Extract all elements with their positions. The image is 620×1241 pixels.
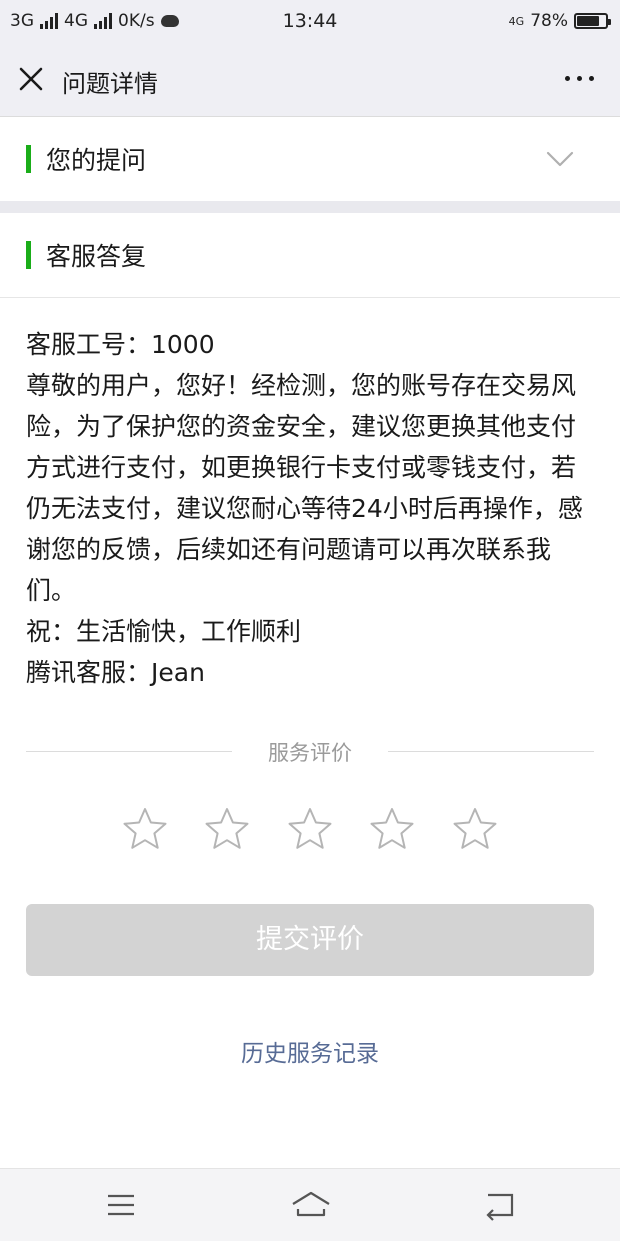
history-service-link[interactable]: 历史服务记录 <box>0 1034 620 1068</box>
submit-rating-button[interactable]: 提交评价 <box>26 904 594 976</box>
menu-icon[interactable] <box>103 1189 139 1221</box>
home-icon[interactable] <box>290 1189 332 1221</box>
battery-percent: 78% <box>530 11 568 31</box>
agent-id-line: 客服工号：1000 <box>26 330 215 359</box>
reply-content: 客服工号：1000 尊敬的用户，您好！经检测，您的账号存在交易风险，为了保护您的… <box>26 324 598 693</box>
title-bar: 问题详情 <box>0 42 620 117</box>
section-accent-bar-2 <box>26 241 31 269</box>
star-rating <box>0 800 620 860</box>
rating-divider: 服务评价 <box>26 734 594 768</box>
section-accent-bar <box>26 145 31 173</box>
agent-signature: 腾讯客服：Jean <box>26 658 205 687</box>
question-section-header[interactable]: 您的提问 <box>0 117 620 202</box>
close-icon[interactable] <box>18 66 44 92</box>
divider-line-right <box>388 751 594 752</box>
star-icon[interactable] <box>122 806 168 852</box>
answer-section-title: 客服答复 <box>46 242 147 271</box>
greeting-line: 祝：生活愉快，工作顺利 <box>26 617 302 646</box>
back-icon[interactable] <box>481 1189 517 1221</box>
network-4g-right: 4G <box>508 14 525 28</box>
rating-label: 服务评价 <box>268 741 352 765</box>
status-right: 4G 78% <box>508 11 611 31</box>
battery-icon <box>574 13 611 29</box>
answer-section-header: 客服答复 <box>0 213 620 298</box>
system-nav-bar <box>0 1168 620 1241</box>
star-icon[interactable] <box>452 806 498 852</box>
section-divider <box>0 201 620 213</box>
status-bar: 3G 4G 0K/s 13:44 4G 78% <box>0 0 620 42</box>
chevron-down-icon[interactable] <box>546 151 574 167</box>
star-icon[interactable] <box>369 806 415 852</box>
page-title: 问题详情 <box>62 70 158 98</box>
more-icon[interactable] <box>565 76 594 81</box>
star-icon[interactable] <box>204 806 250 852</box>
star-icon[interactable] <box>287 806 333 852</box>
reply-body: 尊敬的用户，您好！经检测，您的账号存在交易风险，为了保护您的资金安全，建议您更换… <box>26 371 583 605</box>
question-section-title: 您的提问 <box>46 146 147 175</box>
